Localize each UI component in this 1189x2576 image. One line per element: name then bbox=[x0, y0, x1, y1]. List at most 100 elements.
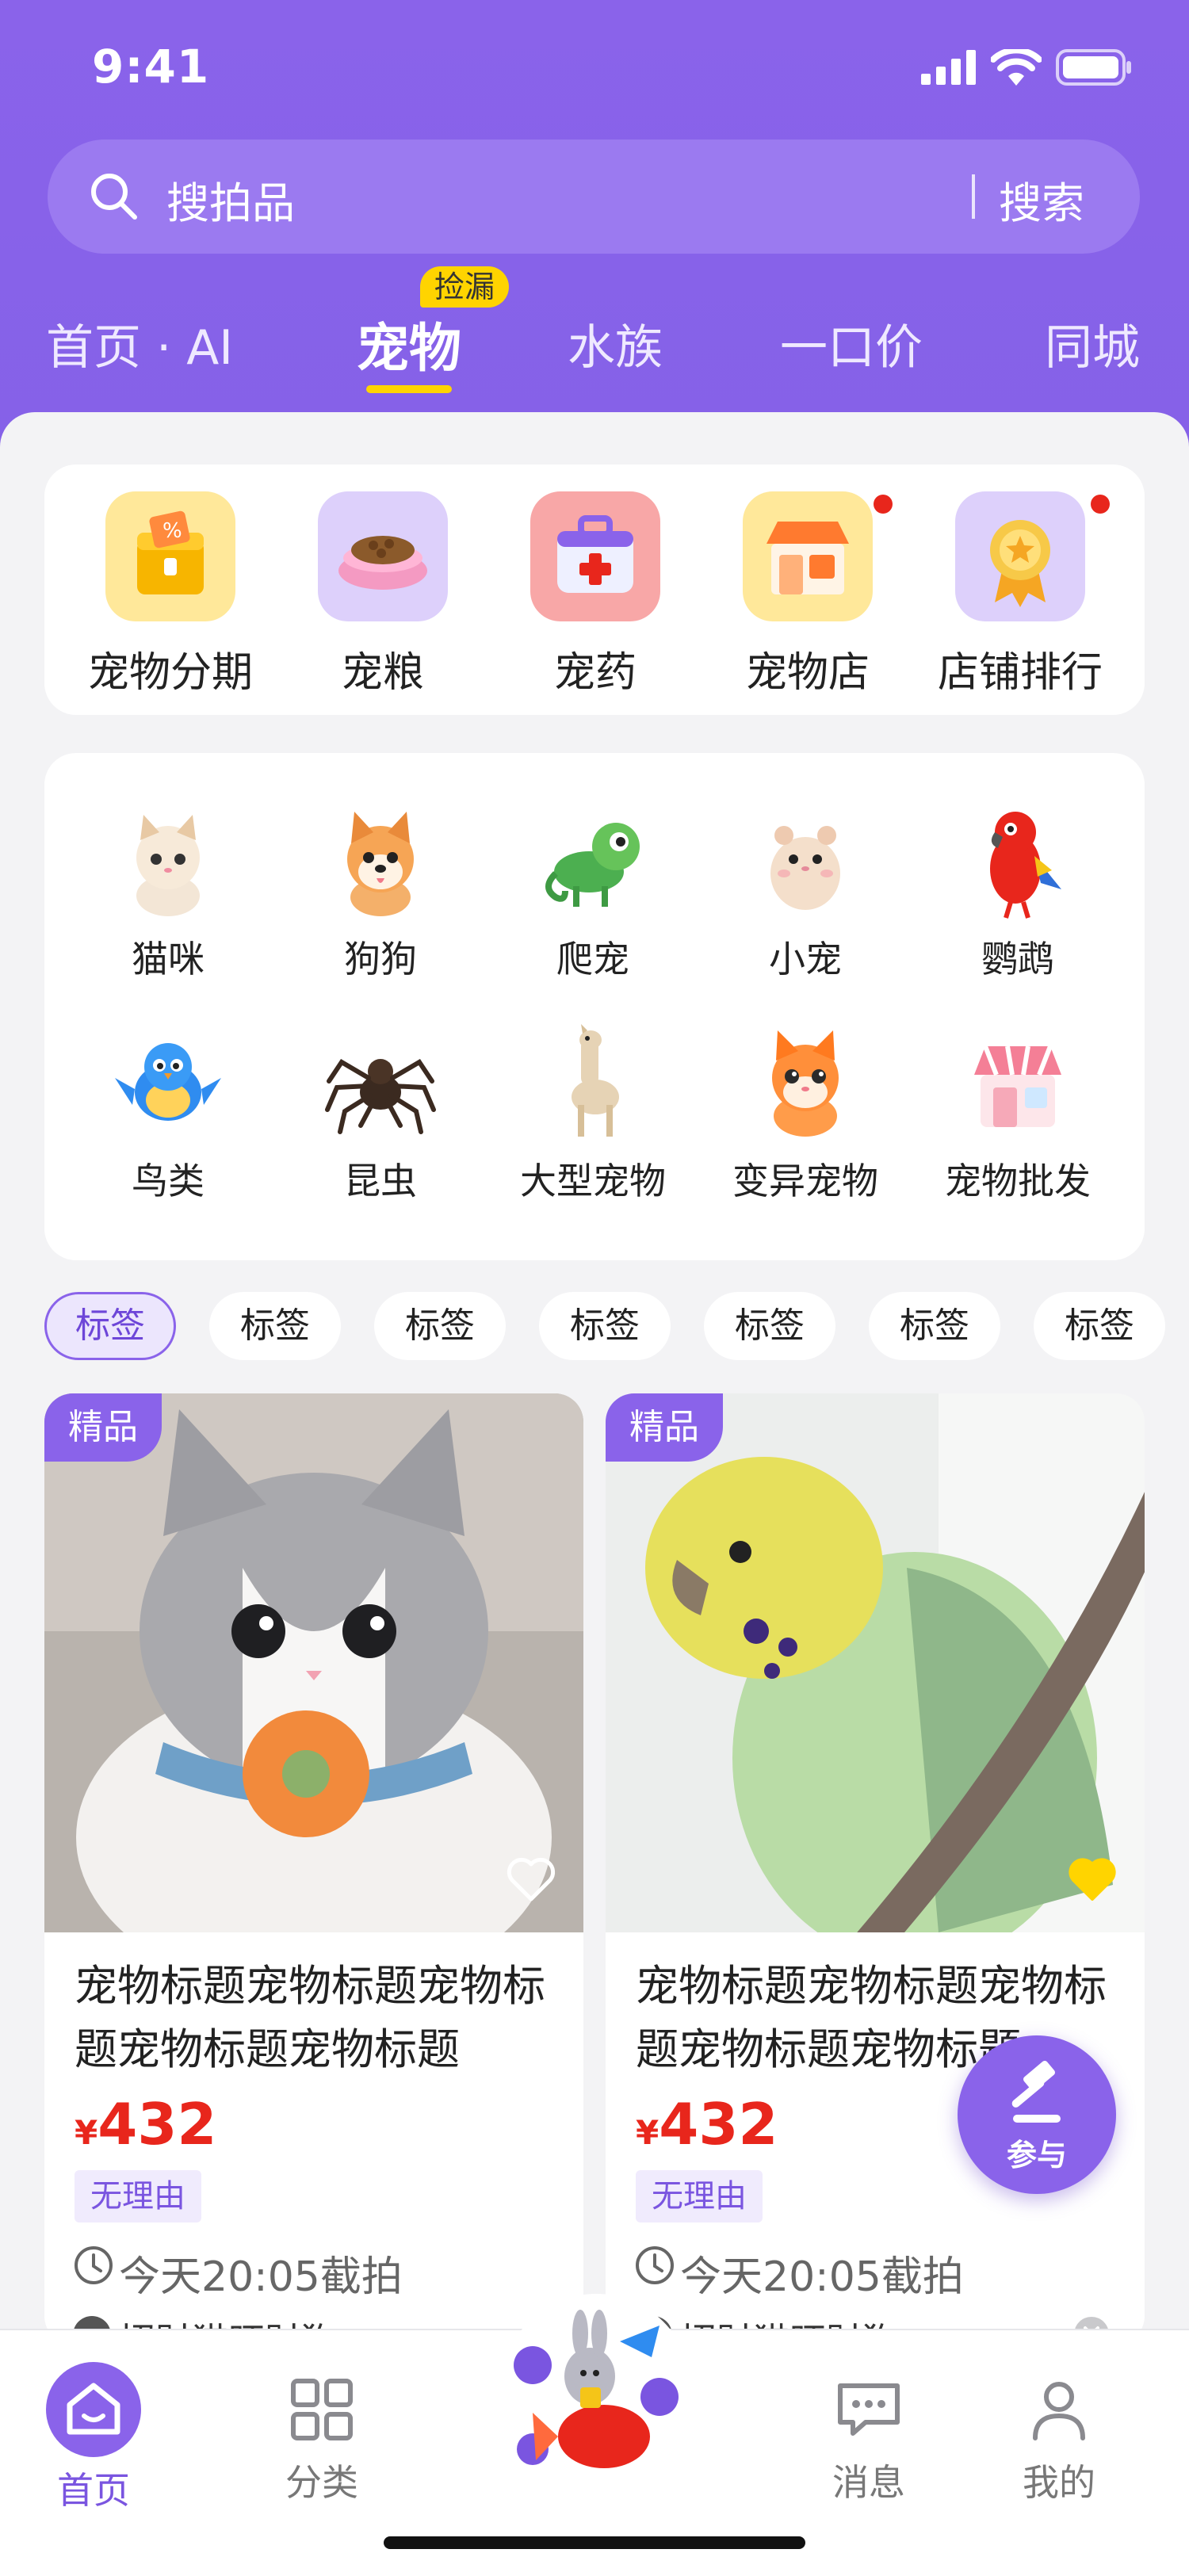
product-price: ¥432 bbox=[636, 2091, 778, 2157]
notification-dot bbox=[874, 495, 893, 514]
status-time: 9:41 bbox=[92, 40, 210, 94]
tab-active-indicator bbox=[366, 385, 452, 393]
header: 9:41 搜拍品 搜索 首页 · AI 宠物 捡漏 水族 一口价 同城 bbox=[0, 0, 1189, 460]
filter-chip[interactable]: 标签 bbox=[1034, 1292, 1165, 1360]
quick-link-label: 店铺排行 bbox=[937, 649, 1103, 697]
no-reason-return-badge: 无理由 bbox=[75, 2170, 201, 2222]
category-label: 宠物批发 bbox=[945, 1160, 1091, 1202]
chameleon-icon bbox=[545, 823, 640, 907]
product-price: ¥432 bbox=[75, 2091, 217, 2157]
heart-filled-icon[interactable] bbox=[1067, 1856, 1118, 1902]
dog-icon bbox=[347, 812, 414, 916]
grid-icon bbox=[291, 2379, 353, 2440]
price-value: 432 bbox=[659, 2091, 778, 2157]
tab-local[interactable]: 同城 bbox=[1045, 309, 1140, 378]
category-label: 小宠 bbox=[769, 938, 842, 980]
medicine-kit-icon bbox=[530, 491, 660, 621]
signal-icon bbox=[921, 50, 976, 85]
category-label: 狗狗 bbox=[344, 938, 417, 980]
mascot-rabbit-koi-icon bbox=[514, 2310, 679, 2468]
product-title: 宠物标题宠物标题宠物标题宠物标题宠物标题 bbox=[75, 1961, 545, 2074]
auction-gavel-icon bbox=[1011, 2060, 1061, 2123]
heart-outline-icon[interactable] bbox=[506, 1856, 556, 1902]
quick-link-label: 宠物分期 bbox=[87, 649, 253, 697]
status-icons bbox=[921, 49, 1132, 86]
category-insects[interactable]: 昆虫 bbox=[285, 1022, 476, 1205]
pet-food-icon bbox=[318, 491, 448, 621]
spider-icon bbox=[325, 1058, 436, 1134]
search-input[interactable]: 搜拍品 bbox=[166, 168, 295, 231]
tab-home-ai[interactable]: 首页 · AI bbox=[46, 309, 233, 378]
quick-link-pet-food[interactable]: 宠粮 bbox=[292, 491, 474, 698]
category-small-pets[interactable]: 小宠 bbox=[710, 801, 900, 983]
currency-symbol: ¥ bbox=[636, 2113, 659, 2152]
category-label: 鸟类 bbox=[132, 1160, 205, 1202]
wifi-icon bbox=[991, 49, 1042, 86]
notification-dot bbox=[1091, 495, 1110, 514]
filter-chip[interactable]: 标签 bbox=[704, 1292, 835, 1360]
budgie-photo bbox=[606, 1393, 1145, 1932]
nav-profile[interactable]: 我的 bbox=[980, 2362, 1138, 2506]
category-label: 鹦鹉 bbox=[981, 938, 1054, 980]
kitten-photo bbox=[44, 1393, 583, 1932]
tab-aquatic[interactable]: 水族 bbox=[568, 309, 663, 378]
tab-fixed-price[interactable]: 一口价 bbox=[780, 309, 923, 378]
cat-icon bbox=[136, 815, 200, 916]
bluebird-icon bbox=[115, 1043, 221, 1121]
no-reason-return-badge: 无理由 bbox=[636, 2170, 763, 2222]
category-label: 大型宠物 bbox=[520, 1160, 666, 1202]
user-icon bbox=[1033, 2382, 1085, 2440]
quick-link-installment[interactable]: % 宠物分期 bbox=[79, 491, 262, 698]
category-dog[interactable]: 狗狗 bbox=[285, 801, 476, 983]
product-card[interactable]: 精品 宠物标题宠物标题宠物标题宠物标题宠物标题 ¥432 无理由 今天20:05… bbox=[606, 1393, 1145, 2345]
nav-label: 消息 bbox=[832, 2461, 905, 2504]
search-bar[interactable]: 搜拍品 搜索 bbox=[48, 140, 1140, 254]
product-card[interactable]: 精品 宠物标题宠物标题宠物标题宠物标题宠物标题 ¥432 无理由 今天20:05… bbox=[44, 1393, 583, 2345]
category-reptile[interactable]: 爬宠 bbox=[498, 801, 688, 983]
tab-badge: 捡漏 bbox=[420, 266, 510, 308]
ranking-medal-icon bbox=[955, 491, 1085, 621]
battery-icon bbox=[1056, 49, 1131, 86]
filter-chip[interactable]: 标签 bbox=[209, 1292, 341, 1360]
category-birds[interactable]: 鸟类 bbox=[73, 1022, 263, 1205]
auction-deadline: 今天20:05截拍 bbox=[680, 2253, 964, 2301]
storefront-icon bbox=[974, 1045, 1061, 1127]
nav-messages[interactable]: 消息 bbox=[789, 2362, 948, 2506]
category-cat[interactable]: 猫咪 bbox=[73, 801, 263, 983]
quick-link-pet-shop[interactable]: 宠物店 bbox=[717, 491, 899, 698]
hamster-icon bbox=[770, 826, 840, 910]
tab-pets[interactable]: 宠物 bbox=[357, 306, 461, 382]
center-mascot-button[interactable] bbox=[501, 2294, 691, 2484]
category-mutant-pets[interactable]: 变异宠物 bbox=[710, 1022, 900, 1205]
category-label: 猫咪 bbox=[132, 938, 205, 980]
category-label: 变异宠物 bbox=[732, 1160, 878, 1202]
svg-text:%: % bbox=[162, 519, 182, 543]
price-value: 432 bbox=[97, 2091, 217, 2157]
nav-category[interactable]: 分类 bbox=[243, 2362, 401, 2506]
quick-link-medicine[interactable]: 宠药 bbox=[504, 491, 686, 698]
parrot-icon bbox=[990, 812, 1061, 919]
filter-chip[interactable]: 标签 bbox=[869, 1292, 1000, 1360]
search-icon bbox=[91, 174, 137, 220]
clock-icon bbox=[636, 2246, 674, 2284]
filter-chip[interactable]: 标签 bbox=[374, 1292, 506, 1360]
filter-chip[interactable]: 标签 bbox=[539, 1292, 671, 1360]
participate-button[interactable]: 参与 bbox=[958, 2035, 1116, 2194]
category-parrot[interactable]: 鹦鹉 bbox=[923, 801, 1113, 983]
quick-link-ranking[interactable]: 店铺排行 bbox=[929, 491, 1111, 698]
quick-link-label: 宠药 bbox=[553, 649, 637, 697]
message-bubble-icon bbox=[838, 2383, 900, 2436]
home-indicator bbox=[384, 2536, 805, 2549]
home-icon bbox=[46, 2362, 141, 2457]
quick-link-label: 宠物店 bbox=[745, 649, 870, 697]
category-wholesale[interactable]: 宠物批发 bbox=[923, 1022, 1113, 1205]
category-large-pets[interactable]: 大型宠物 bbox=[498, 1022, 688, 1205]
category-label: 爬宠 bbox=[556, 938, 629, 980]
filter-chip-active[interactable]: 标签 bbox=[44, 1292, 176, 1360]
search-button[interactable]: 搜索 bbox=[999, 168, 1084, 231]
alpaca-icon bbox=[572, 1024, 619, 1137]
nav-label: 分类 bbox=[285, 2461, 358, 2504]
auction-deadline: 今天20:05截拍 bbox=[119, 2253, 403, 2301]
nav-label: 首页 bbox=[57, 2469, 130, 2512]
nav-home[interactable]: 首页 bbox=[14, 2362, 173, 2514]
